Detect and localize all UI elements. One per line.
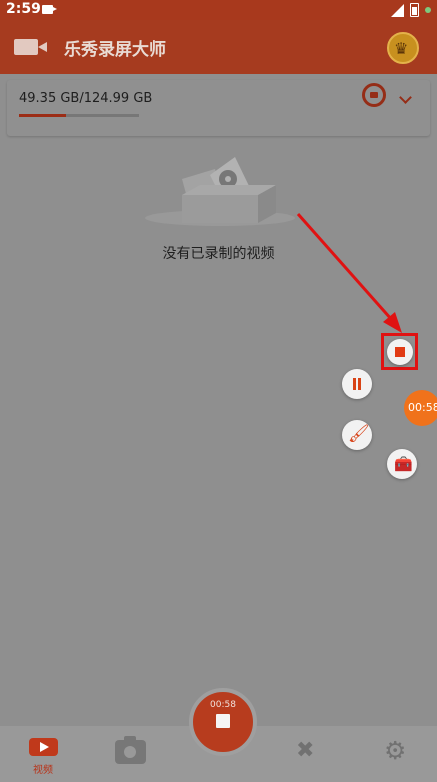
pause-button[interactable] xyxy=(342,369,372,399)
nav-item-video[interactable]: 视频 xyxy=(26,738,60,778)
record-button[interactable]: 00:58 xyxy=(189,688,257,756)
brush-button[interactable]: 🖌 xyxy=(342,420,372,450)
stop-recording-button[interactable] xyxy=(387,339,413,365)
video-icon xyxy=(28,738,58,756)
nav-item-label: 视频 xyxy=(33,765,53,776)
gear-icon[interactable]: ⚙ xyxy=(384,738,406,764)
brush-icon: 🖌 xyxy=(348,424,370,444)
annotation-arrow xyxy=(296,213,402,333)
tools-icon[interactable]: ✖ xyxy=(296,739,314,763)
camera-icon[interactable] xyxy=(115,736,146,764)
stop-icon xyxy=(216,714,230,728)
record-timer: 00:58 xyxy=(210,700,236,710)
toolbox-icon: 🧰 xyxy=(394,455,413,473)
toolbox-button[interactable]: 🧰 xyxy=(387,449,417,479)
floating-timer-bubble[interactable]: 00:58 xyxy=(404,390,437,426)
